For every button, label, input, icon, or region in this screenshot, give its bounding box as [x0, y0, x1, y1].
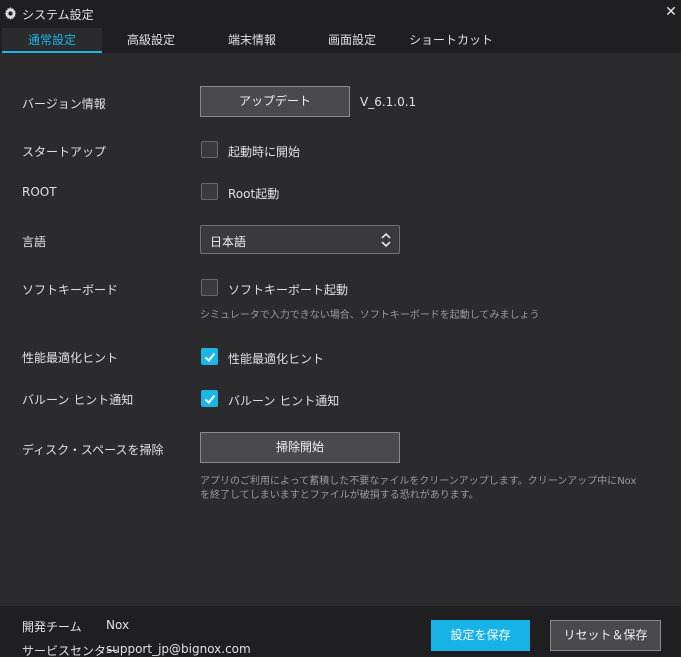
- tab-shortcut[interactable]: ショートカット: [408, 28, 494, 53]
- tab-bar: 通常設定 高級設定 端末情報 画面設定 ショートカット: [0, 28, 681, 53]
- performance-checkbox-label: 性能最適化ヒント: [228, 352, 325, 366]
- startup-checkbox[interactable]: [201, 141, 218, 158]
- soft-keyboard-checkbox-label: ソフトキーボート起動: [228, 283, 349, 297]
- version-label: バージョン情報: [22, 97, 106, 111]
- save-settings-button[interactable]: 設定を保存: [431, 620, 530, 651]
- language-select[interactable]: 日本語: [200, 225, 400, 254]
- check-icon: [204, 394, 216, 404]
- soft-keyboard-hint: シミュレータで入力できない場合、ソフトキーボードを起動してみましょう: [200, 310, 540, 321]
- disk-cleanup-label: ディスク・スペースを掃除: [22, 443, 164, 457]
- title-bar: システム設定 ✕: [0, 0, 681, 28]
- dev-team-value: Nox: [106, 618, 130, 632]
- performance-checkbox[interactable]: [201, 348, 218, 365]
- balloon-checkbox-label: バルーン ヒント通知: [228, 394, 340, 408]
- language-selected-value: 日本語: [210, 235, 247, 249]
- version-value: V_6.1.0.1: [360, 95, 417, 109]
- language-label: 言語: [22, 235, 47, 249]
- root-label: ROOT: [22, 185, 57, 199]
- start-cleanup-button[interactable]: 掃除開始: [200, 432, 400, 463]
- close-icon[interactable]: ✕: [664, 5, 678, 19]
- soft-keyboard-label: ソフトキーボード: [22, 283, 119, 297]
- root-checkbox-label: Root起動: [228, 187, 280, 201]
- tab-advanced[interactable]: 高級設定: [111, 28, 191, 53]
- window-title: システム設定: [22, 8, 94, 22]
- gear-icon: [4, 7, 17, 20]
- balloon-label: バルーン ヒント通知: [22, 393, 134, 407]
- reset-and-save-button[interactable]: リセット＆保存: [550, 620, 661, 651]
- tab-device-info[interactable]: 端末情報: [212, 28, 292, 53]
- update-button[interactable]: アップデート: [200, 86, 350, 117]
- performance-label: 性能最適化ヒント: [22, 351, 119, 365]
- disk-cleanup-hint: アプリのご利用によって蓄積した不要なァイルをクリーンアップします。クリーンアップ…: [200, 476, 637, 501]
- tab-display[interactable]: 画面設定: [312, 28, 392, 53]
- chevron-up-down-icon: [381, 232, 391, 248]
- startup-checkbox-label: 起動時に開始: [228, 145, 301, 159]
- startup-label: スタートアップ: [22, 145, 107, 159]
- service-center-label: サービスセンター: [22, 644, 119, 657]
- tab-general[interactable]: 通常設定: [2, 28, 102, 53]
- service-center-email: support_jp@bignox.com: [106, 642, 251, 656]
- dev-team-label: 開発チーム: [22, 620, 82, 634]
- balloon-checkbox[interactable]: [201, 390, 218, 407]
- root-checkbox[interactable]: [201, 183, 218, 200]
- check-icon: [204, 352, 216, 362]
- soft-keyboard-checkbox[interactable]: [201, 279, 218, 296]
